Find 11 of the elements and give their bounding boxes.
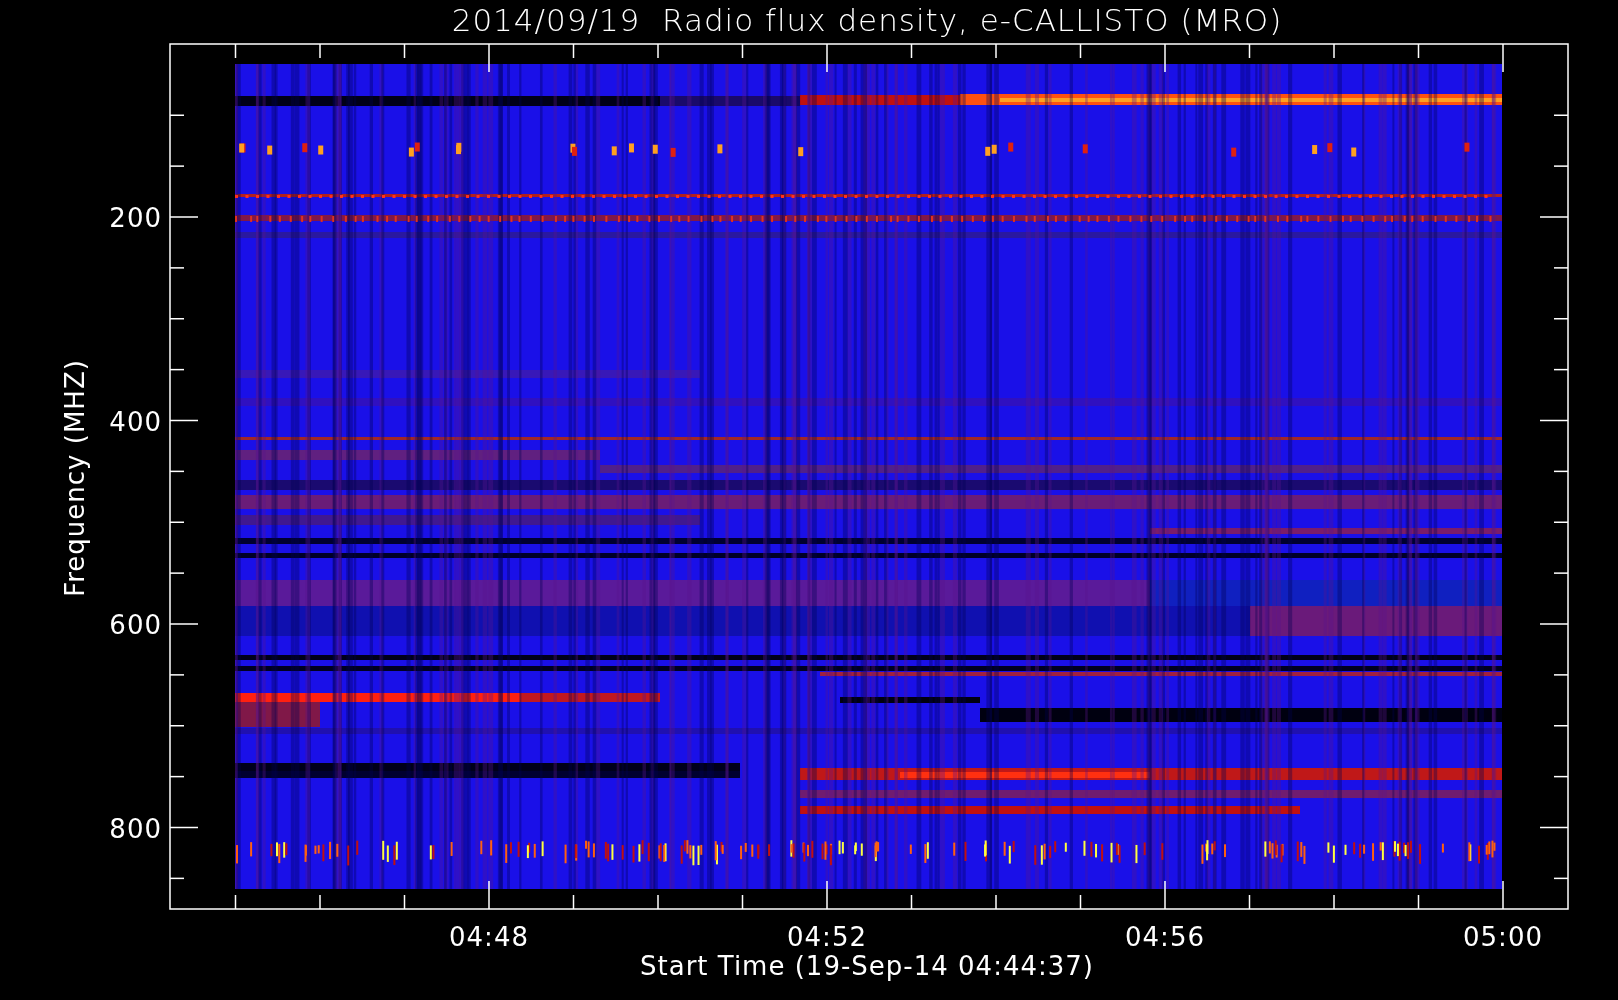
tick-label: 04:56: [1125, 922, 1205, 952]
tick-label: 600: [109, 610, 162, 640]
tick-label: 04:52: [787, 922, 867, 952]
tick-label: 400: [109, 406, 162, 437]
axis-label: Start Time (19-Sep-14 04:44:37): [640, 951, 1094, 981]
chart-title: 2014/09/19 Radio flux density, e-CALLISTO (MRO): [451, 2, 1283, 38]
tick-label: 04:48: [449, 922, 529, 952]
tick-label: 05:00: [1463, 922, 1543, 952]
tick-label: 800: [109, 813, 162, 844]
tick-label: 200: [109, 203, 162, 233]
axis-label: Frequency (MHZ): [60, 359, 90, 597]
